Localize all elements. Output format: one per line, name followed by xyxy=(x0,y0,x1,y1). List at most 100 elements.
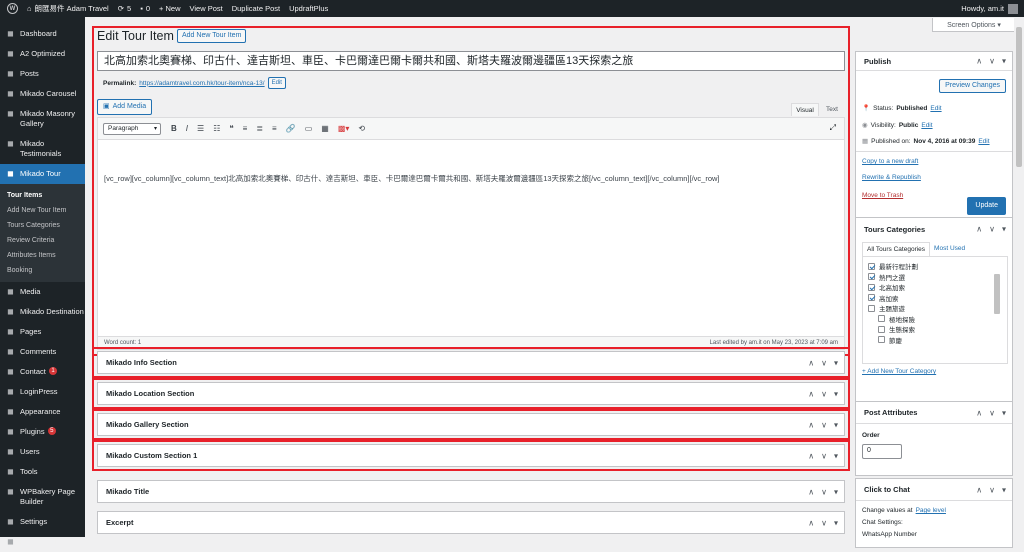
sidebar-item-users[interactable]: ◼ Users xyxy=(0,442,85,462)
chevron-up-icon[interactable]: ∧ xyxy=(808,487,814,496)
chevron-up-icon[interactable]: ∧ xyxy=(808,420,814,429)
chevron-up-icon[interactable]: ∧ xyxy=(976,225,982,234)
horizontal-rule-icon[interactable]: ▭ xyxy=(305,124,313,133)
chevron-down-icon[interactable]: ∨ xyxy=(821,358,827,367)
metabox-mikado-custom-section-1[interactable]: Mikado Custom Section 1 ∧ ∨ ▾ xyxy=(97,444,845,467)
chevron-down-icon[interactable]: ∨ xyxy=(821,487,827,496)
chevron-down-icon[interactable]: ∨ xyxy=(989,408,995,417)
category-item[interactable]: 主題旅遊 xyxy=(868,303,1007,314)
sidebar-item-mikado-testimonials[interactable]: ◼ Mikado Testimonials xyxy=(0,134,85,164)
page-level-link[interactable]: Page level xyxy=(916,507,946,514)
checkbox[interactable] xyxy=(878,336,885,344)
add-media-button[interactable]: ▣ Add Media xyxy=(97,99,153,115)
sidebar-item-loginpress[interactable]: ◼ LoginPress xyxy=(0,382,85,402)
copy-draft-link[interactable]: Copy to a new draft xyxy=(862,158,918,165)
post-title-input[interactable]: 北高加索北奧賽梯、印古什、達吉斯坦、車臣、卡巴爾達巴爾卡爾共和國、斯塔夫羅波爾邊… xyxy=(97,51,845,71)
preview-changes-button[interactable]: Preview Changes xyxy=(939,79,1006,93)
checkbox[interactable] xyxy=(868,273,875,281)
chevron-down-icon[interactable]: ∨ xyxy=(989,57,995,66)
category-item[interactable]: 極地探險 xyxy=(868,314,1007,325)
checkbox[interactable] xyxy=(878,315,885,323)
scrollbar-thumb[interactable] xyxy=(1016,27,1022,167)
permalink-edit-button[interactable]: Edit xyxy=(267,77,286,89)
checkbox[interactable] xyxy=(868,283,875,291)
chevron-down-icon[interactable]: ∨ xyxy=(989,225,995,234)
sidebar-item-plugins[interactable]: ◼ Plugins 5 xyxy=(0,422,85,442)
chevron-up-icon[interactable]: ∧ xyxy=(808,518,814,527)
align-center-icon[interactable]: ≣ xyxy=(256,124,263,133)
submenu-item[interactable]: Attributes Items xyxy=(0,248,85,263)
comments-link[interactable]: ▪ 0 xyxy=(140,4,150,13)
sidebar-item-mikado-destination[interactable]: ◼ Mikado Destination xyxy=(0,302,85,322)
category-item[interactable]: 節慶 xyxy=(868,335,1007,346)
sidebar-item-settings[interactable]: ◼ Settings xyxy=(0,512,85,532)
sidebar-item-mikado-masonry-gallery[interactable]: ◼ Mikado Masonry Gallery xyxy=(0,104,85,134)
rewrite-republish-link[interactable]: Rewrite & Republish xyxy=(862,174,921,181)
box-controls[interactable]: ∧ ∨ ▾ xyxy=(808,358,838,367)
box-controls[interactable]: ∧ ∨ ▾ xyxy=(976,57,1006,66)
chevron-down-icon[interactable]: ∨ xyxy=(821,518,827,527)
toggle-icon[interactable]: ▾ xyxy=(1002,408,1006,417)
box-controls[interactable]: ∧ ∨ ▾ xyxy=(808,518,838,527)
chevron-down-icon[interactable]: ∨ xyxy=(821,420,827,429)
category-item[interactable]: 熱門之選 xyxy=(868,272,1007,283)
box-controls[interactable]: ∧ ∨ ▾ xyxy=(808,389,838,398)
chevron-up-icon[interactable]: ∧ xyxy=(976,408,982,417)
sidebar-item-pages[interactable]: ◼ Pages xyxy=(0,322,85,342)
metabox-mikado-gallery-section[interactable]: Mikado Gallery Section ∧ ∨ ▾ xyxy=(97,413,845,436)
toggle-icon[interactable]: ▾ xyxy=(834,389,838,398)
checklist-scrollbar[interactable] xyxy=(994,274,1000,314)
metabox-mikado-title[interactable]: Mikado Title ∧ ∨ ▾ xyxy=(97,480,845,503)
toggle-icon[interactable]: ▾ xyxy=(834,358,838,367)
submenu-item[interactable]: Tours Categories xyxy=(0,218,85,233)
add-new-category-link[interactable]: + Add New Tour Category xyxy=(862,368,936,375)
toggle-icon[interactable]: ▾ xyxy=(834,518,838,527)
box-controls[interactable]: ∧ ∨ ▾ xyxy=(808,420,838,429)
chevron-down-icon[interactable]: ∨ xyxy=(821,389,827,398)
sidebar-item-comments[interactable]: ◼ Comments xyxy=(0,342,85,362)
sidebar-item-contact[interactable]: ◼ Contact 1 xyxy=(0,362,85,382)
box-controls[interactable]: ∧ ∨ ▾ xyxy=(808,487,838,496)
sidebar-item-mikado-tour[interactable]: ◼ Mikado Tour xyxy=(0,164,85,184)
sidebar-item-media[interactable]: ◼ Media xyxy=(0,282,85,302)
sidebar-item-dashboard[interactable]: ◼ Dashboard xyxy=(0,24,85,44)
toggle-icon[interactable]: ▾ xyxy=(1002,57,1006,66)
fullscreen-icon[interactable]: ⤢ xyxy=(830,123,836,133)
sidebar-item-appearance[interactable]: ◼ Appearance xyxy=(0,402,85,422)
checkbox[interactable] xyxy=(868,262,875,270)
submenu-item[interactable]: Add New Tour Item xyxy=(0,203,85,218)
format-select[interactable]: Paragraph ▾ xyxy=(103,122,161,135)
align-left-icon[interactable]: ≡ xyxy=(243,124,248,133)
sidebar-item-mikado-carousel[interactable]: ◼ Mikado Carousel xyxy=(0,84,85,104)
updates-link[interactable]: ⟳ 5 xyxy=(118,4,131,13)
submenu-item[interactable]: Review Criteria xyxy=(0,233,85,248)
box-controls[interactable]: ∧ ∨ ▾ xyxy=(976,225,1006,234)
refresh-icon[interactable]: ⟲ xyxy=(358,124,365,133)
tab-text[interactable]: Text xyxy=(821,103,843,116)
sidebar-item-a2-optimized[interactable]: ◼ A2 Optimized xyxy=(0,44,85,64)
toggle-icon[interactable]: ▾ xyxy=(834,420,838,429)
align-right-icon[interactable]: ≡ xyxy=(272,124,277,133)
page-scrollbar[interactable] xyxy=(1014,17,1024,537)
permalink-link[interactable]: https://adamtravel.com.hk/tour-item/nca-… xyxy=(139,80,264,87)
category-item[interactable]: 最新行程計劃 xyxy=(868,261,1007,272)
sidebar-item-malcare-pro[interactable]: ◼ MalCare - Pro xyxy=(0,532,85,552)
screen-options-button[interactable]: Screen Options ▾ xyxy=(932,18,1016,32)
visibility-edit-link[interactable]: Edit xyxy=(921,122,932,129)
toggle-icon[interactable]: ▾ xyxy=(1002,225,1006,234)
duplicate-post-link[interactable]: Duplicate Post xyxy=(232,4,280,13)
bullet-list-icon[interactable]: ☰ xyxy=(197,124,204,133)
numbered-list-icon[interactable]: ☷ xyxy=(213,124,220,133)
tab-most-used[interactable]: Most Used xyxy=(930,242,969,256)
sidebar-item-wpbakery-page-builder[interactable]: ◼ WPBakery Page Builder xyxy=(0,482,85,512)
link-icon[interactable]: 🔗 xyxy=(286,124,296,133)
chevron-up-icon[interactable]: ∧ xyxy=(976,485,982,494)
account-menu[interactable]: Howdy, am.it xyxy=(961,3,1018,14)
wordpress-logo-icon[interactable]: W xyxy=(7,3,18,14)
chevron-up-icon[interactable]: ∧ xyxy=(808,358,814,367)
checkbox[interactable] xyxy=(868,304,875,312)
toggle-icon[interactable]: ▾ xyxy=(1002,485,1006,494)
order-input[interactable]: 0 xyxy=(862,444,902,459)
move-to-trash-link[interactable]: Move to Trash xyxy=(862,192,903,199)
tab-all-categories[interactable]: All Tours Categories xyxy=(862,242,931,256)
